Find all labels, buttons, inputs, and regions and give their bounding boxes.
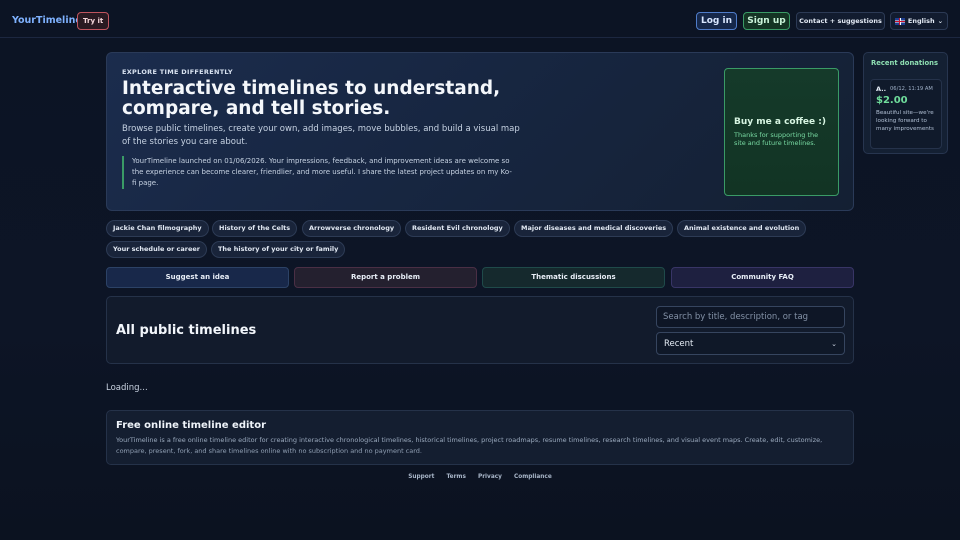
public-timelines-panel: All public timelines Recent ⌄ — [106, 296, 854, 364]
coffee-subtitle: Thanks for supporting the site and futur… — [734, 131, 819, 147]
footer-support-link[interactable]: Support — [408, 474, 434, 480]
editor-title: Free online timeline editor — [116, 420, 266, 431]
chip-animal-evolution[interactable]: Animal existence and evolution — [677, 220, 807, 237]
sort-value: Recent — [664, 338, 694, 349]
donations-title: Recent donations — [871, 59, 939, 67]
footer-links: Support Terms Privacy Compliance — [0, 474, 960, 480]
donation-card: A.. 06/12, 11:19 AM $2.00 Beautiful site… — [870, 79, 942, 149]
top-navigation-bar: YourTimeline Try it Log in Sign up Conta… — [0, 0, 960, 38]
public-timelines-title: All public timelines — [116, 323, 257, 338]
hero-eyebrow: EXPLORE TIME DIFFERENTLY — [122, 68, 233, 76]
chip-resident-evil[interactable]: Resident Evil chronology — [405, 220, 510, 237]
uk-flag-icon — [894, 17, 905, 25]
brand-logo[interactable]: YourTimeline — [12, 15, 82, 26]
chip-celts[interactable]: History of the Celts — [212, 220, 298, 237]
loading-text: Loading... — [106, 383, 148, 393]
chip-diseases[interactable]: Major diseases and medical discoveries — [514, 220, 674, 237]
login-button[interactable]: Log in — [696, 12, 737, 30]
chip-city-family[interactable]: The history of your city or family — [211, 241, 346, 258]
try-it-button[interactable]: Try it — [77, 12, 110, 30]
language-selector[interactable]: English ⌄ — [890, 12, 948, 30]
hero-banner: EXPLORE TIME DIFFERENTLY Interactive tim… — [106, 52, 854, 211]
hero-title: Interactive timelines to understand, com… — [122, 78, 501, 119]
community-faq-button[interactable]: Community FAQ — [671, 267, 854, 288]
donation-message: Beautiful site—we're looking forward to … — [876, 110, 934, 132]
contact-suggestions-button[interactable]: Contact + suggestions — [796, 12, 885, 30]
chevron-down-icon: ⌄ — [831, 339, 837, 348]
language-label: English — [907, 17, 935, 25]
donation-date: 06/12, 11:19 AM — [890, 86, 933, 92]
thematic-discussions-button[interactable]: Thematic discussions — [482, 267, 665, 288]
editor-info-panel: Free online timeline editor YourTimeline… — [106, 410, 854, 465]
suggest-idea-button[interactable]: Suggest an idea — [106, 267, 289, 288]
footer-privacy-link[interactable]: Privacy — [478, 474, 502, 480]
coffee-title: Buy me a coffee :) — [734, 117, 826, 127]
footer-compliance-link[interactable]: Compliance — [514, 474, 552, 480]
footer-terms-link[interactable]: Terms — [446, 474, 465, 480]
chevron-down-icon: ⌄ — [937, 17, 944, 25]
chip-schedule-career[interactable]: Your schedule or career — [106, 241, 208, 258]
chip-jackie-chan[interactable]: Jackie Chan filmography — [106, 220, 209, 237]
donor-name: A.. — [876, 85, 887, 93]
signup-button[interactable]: Sign up — [743, 12, 790, 30]
report-problem-button[interactable]: Report a problem — [294, 267, 477, 288]
buy-me-a-coffee-card[interactable]: Buy me a coffee :) Thanks for supporting… — [724, 68, 839, 196]
recent-donations-panel: Recent donations A.. 06/12, 11:19 AM $2.… — [863, 52, 948, 154]
donation-amount: $2.00 — [876, 95, 908, 106]
hero-description: Browse public timelines, create your own… — [122, 124, 520, 147]
launch-note: YourTimeline launched on 01/06/2026. You… — [122, 156, 514, 189]
timeline-search-input[interactable] — [656, 306, 845, 328]
chip-arrowverse[interactable]: Arrowverse chronology — [302, 220, 402, 237]
sort-select[interactable]: Recent ⌄ — [656, 332, 845, 355]
fade-overlay — [107, 450, 853, 464]
